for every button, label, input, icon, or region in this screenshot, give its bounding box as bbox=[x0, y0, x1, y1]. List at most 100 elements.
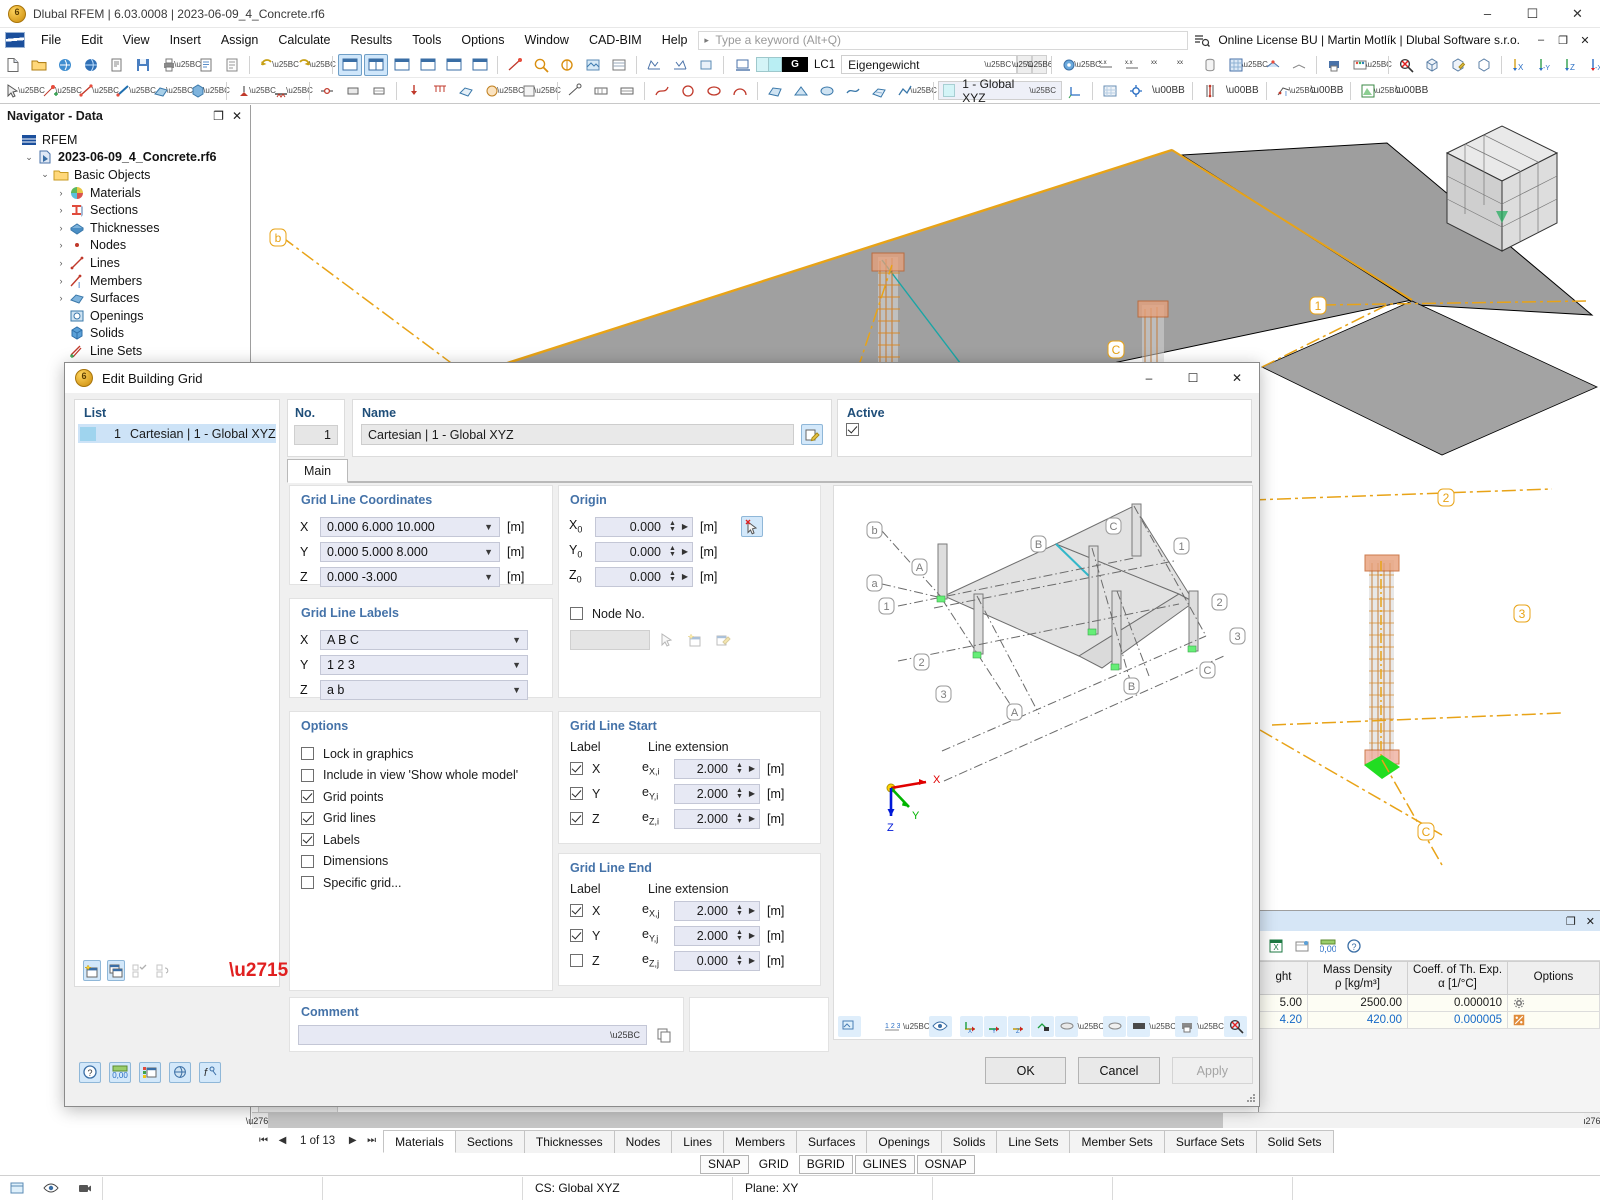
preview-zoom-dropdown-icon[interactable]: \u25BC bbox=[1077, 1016, 1104, 1037]
deselect-all-icon[interactable] bbox=[1394, 54, 1418, 76]
hinge-icon[interactable] bbox=[315, 80, 339, 102]
nodal-support-dropdown-icon[interactable]: \u25BC bbox=[249, 80, 276, 102]
glc-combo-x[interactable]: 0.000 6.000 10.000 ▼ bbox=[320, 516, 500, 537]
table-tab-materials[interactable]: Materials bbox=[383, 1130, 456, 1153]
new-line-dropdown-icon[interactable]: \u25BC bbox=[92, 80, 119, 102]
view-z-icon[interactable]: Z bbox=[1559, 54, 1583, 76]
ok-button[interactable]: OK bbox=[985, 1057, 1067, 1084]
new-solid-icon[interactable] bbox=[186, 80, 210, 102]
open-file-icon[interactable] bbox=[27, 54, 51, 76]
search-list-icon[interactable] bbox=[1194, 32, 1211, 48]
spinner-icon[interactable]: ▲ ▼ bbox=[734, 787, 745, 800]
menu-calculate[interactable]: Calculate bbox=[268, 30, 340, 50]
select-all-button[interactable] bbox=[131, 960, 149, 981]
option-row-specific-grid[interactable]: Specific grid... bbox=[301, 872, 552, 894]
expander-icon[interactable]: ⌄ bbox=[38, 169, 52, 180]
origin-input-y[interactable]: 0.000 ▲ ▼ ▶ bbox=[595, 541, 693, 562]
dialog-settings-button[interactable] bbox=[139, 1061, 161, 1083]
view-window-6-icon[interactable] bbox=[468, 54, 492, 76]
edit-view-icon[interactable] bbox=[1446, 54, 1470, 76]
new-surface-icon[interactable] bbox=[149, 80, 173, 102]
expand-arrow-icon[interactable]: ▶ bbox=[745, 956, 759, 965]
navigator-item-surfaces[interactable]: › Surfaces bbox=[6, 289, 250, 307]
new-line-icon[interactable] bbox=[75, 80, 99, 102]
navigator-item-thicknesses[interactable]: › Thicknesses bbox=[6, 219, 250, 237]
numbering-4-icon[interactable]: xx bbox=[1172, 54, 1196, 76]
nodal-support-icon[interactable] bbox=[232, 80, 256, 102]
close-button[interactable]: ✕ bbox=[1555, 0, 1600, 28]
pick-node-button[interactable] bbox=[656, 630, 678, 651]
curve-icon[interactable] bbox=[650, 80, 674, 102]
navigator-item-members[interactable]: › I Members bbox=[6, 272, 250, 290]
origin-input-x[interactable]: 0.000 ▲ ▼ ▶ bbox=[595, 516, 693, 537]
option-row-grid-lines[interactable]: Grid lines bbox=[301, 808, 552, 830]
display-props-icon[interactable] bbox=[1057, 54, 1081, 76]
rigid-link-icon[interactable] bbox=[341, 80, 365, 102]
percent-icon[interactable] bbox=[1507, 1010, 1600, 1029]
option-row-grid-points[interactable]: Grid points bbox=[301, 786, 552, 808]
render-icon[interactable] bbox=[581, 54, 605, 76]
origin-input-z[interactable]: 0.000 ▲ ▼ ▶ bbox=[595, 566, 693, 587]
new-surface-dropdown-icon[interactable]: \u25BC bbox=[166, 80, 193, 102]
measure-icon[interactable] bbox=[563, 80, 587, 102]
menu-view[interactable]: View bbox=[113, 30, 160, 50]
option-checkbox[interactable] bbox=[301, 833, 314, 847]
table-tab-members[interactable]: Members bbox=[722, 1130, 797, 1153]
delete-grid-button[interactable]: \u2715 bbox=[229, 961, 288, 980]
menu-file[interactable]: File bbox=[31, 30, 71, 50]
new-member-icon[interactable] bbox=[112, 80, 136, 102]
zoom-icon[interactable] bbox=[529, 54, 553, 76]
option-row-labels[interactable]: Labels bbox=[301, 829, 552, 851]
glc-combo-z[interactable]: 0.000 -3.000 ▼ bbox=[320, 566, 500, 587]
navigator-item-solids[interactable]: Solids bbox=[6, 325, 250, 343]
view-window-4-icon[interactable] bbox=[416, 54, 440, 76]
ellipse-icon[interactable] bbox=[702, 80, 726, 102]
arc-icon[interactable] bbox=[728, 80, 752, 102]
option-row-lock-in-graphics[interactable]: Lock in graphics bbox=[301, 743, 552, 765]
edit-node-button[interactable] bbox=[712, 630, 734, 651]
menu-options[interactable]: Options bbox=[451, 30, 514, 50]
spinner-icon[interactable]: ▲ ▼ bbox=[734, 904, 745, 917]
table-tab-surface-sets[interactable]: Surface Sets bbox=[1163, 1130, 1257, 1153]
redo-dropdown-icon[interactable]: \u25BC bbox=[309, 54, 336, 76]
undo-dropdown-icon[interactable]: \u25BC bbox=[272, 54, 299, 76]
gll-combo-x[interactable]: A B C ▼ bbox=[320, 629, 528, 650]
table-panel-restore-button[interactable]: ❐ bbox=[1566, 915, 1576, 928]
view-window-2-icon[interactable] bbox=[364, 53, 388, 76]
snap-toggle-glines[interactable]: GLINES bbox=[854, 1154, 915, 1174]
preview-view-z-icon[interactable]: Z bbox=[1007, 1015, 1031, 1037]
mdi-minimize-button[interactable]: – bbox=[1530, 30, 1552, 50]
navigator-item-materials[interactable]: › Materials bbox=[6, 184, 250, 202]
cylinder-icon[interactable] bbox=[1198, 54, 1222, 76]
grid-line-start-checkbox[interactable] bbox=[570, 762, 583, 775]
new-member-dropdown-icon[interactable]: \u25BC bbox=[129, 80, 156, 102]
view-x-icon[interactable]: X bbox=[1507, 54, 1531, 76]
document-icon[interactable] bbox=[220, 54, 244, 76]
globe-icon[interactable] bbox=[79, 54, 103, 76]
numbering-3-icon[interactable]: xx bbox=[1146, 54, 1170, 76]
view-window-3-icon[interactable] bbox=[390, 54, 414, 76]
table-tab-solids[interactable]: Solids bbox=[940, 1130, 998, 1153]
dialog-function-button[interactable]: f bbox=[199, 1061, 221, 1083]
new-node-icon[interactable] bbox=[38, 80, 62, 102]
edit-name-button[interactable] bbox=[801, 424, 823, 445]
scroll-right-button[interactable]: \u276F bbox=[1578, 1113, 1600, 1128]
abacus-icon[interactable] bbox=[1348, 54, 1372, 76]
view-window-1-icon[interactable] bbox=[338, 53, 362, 76]
navigator-item-nodes[interactable]: › Nodes bbox=[6, 237, 250, 255]
toolbar-overflow-3[interactable]: \u00BB bbox=[1223, 85, 1262, 96]
line-support-icon[interactable] bbox=[269, 80, 293, 102]
new-node-dropdown-icon[interactable]: \u25BC bbox=[55, 80, 82, 102]
load-surface-icon[interactable] bbox=[454, 80, 478, 102]
menu-cad-bim[interactable]: CAD-BIM bbox=[579, 30, 652, 50]
table-tab-line-sets[interactable]: Line Sets bbox=[996, 1130, 1071, 1153]
comment-input[interactable]: \u25BC bbox=[298, 1024, 647, 1045]
status-camera-icon[interactable] bbox=[68, 1177, 102, 1200]
pager-first-button[interactable]: ⏮ bbox=[256, 1135, 271, 1146]
work-plane-icon[interactable] bbox=[1098, 80, 1122, 102]
iso-view-icon[interactable] bbox=[1420, 54, 1444, 76]
navigator-item-openings[interactable]: Openings bbox=[6, 307, 250, 325]
print-to-printer-icon[interactable] bbox=[1322, 54, 1346, 76]
preview-eye-icon[interactable] bbox=[928, 1015, 952, 1037]
coordinate-system-combo[interactable]: 1 - Global XYZ \u25BC bbox=[938, 77, 1062, 105]
